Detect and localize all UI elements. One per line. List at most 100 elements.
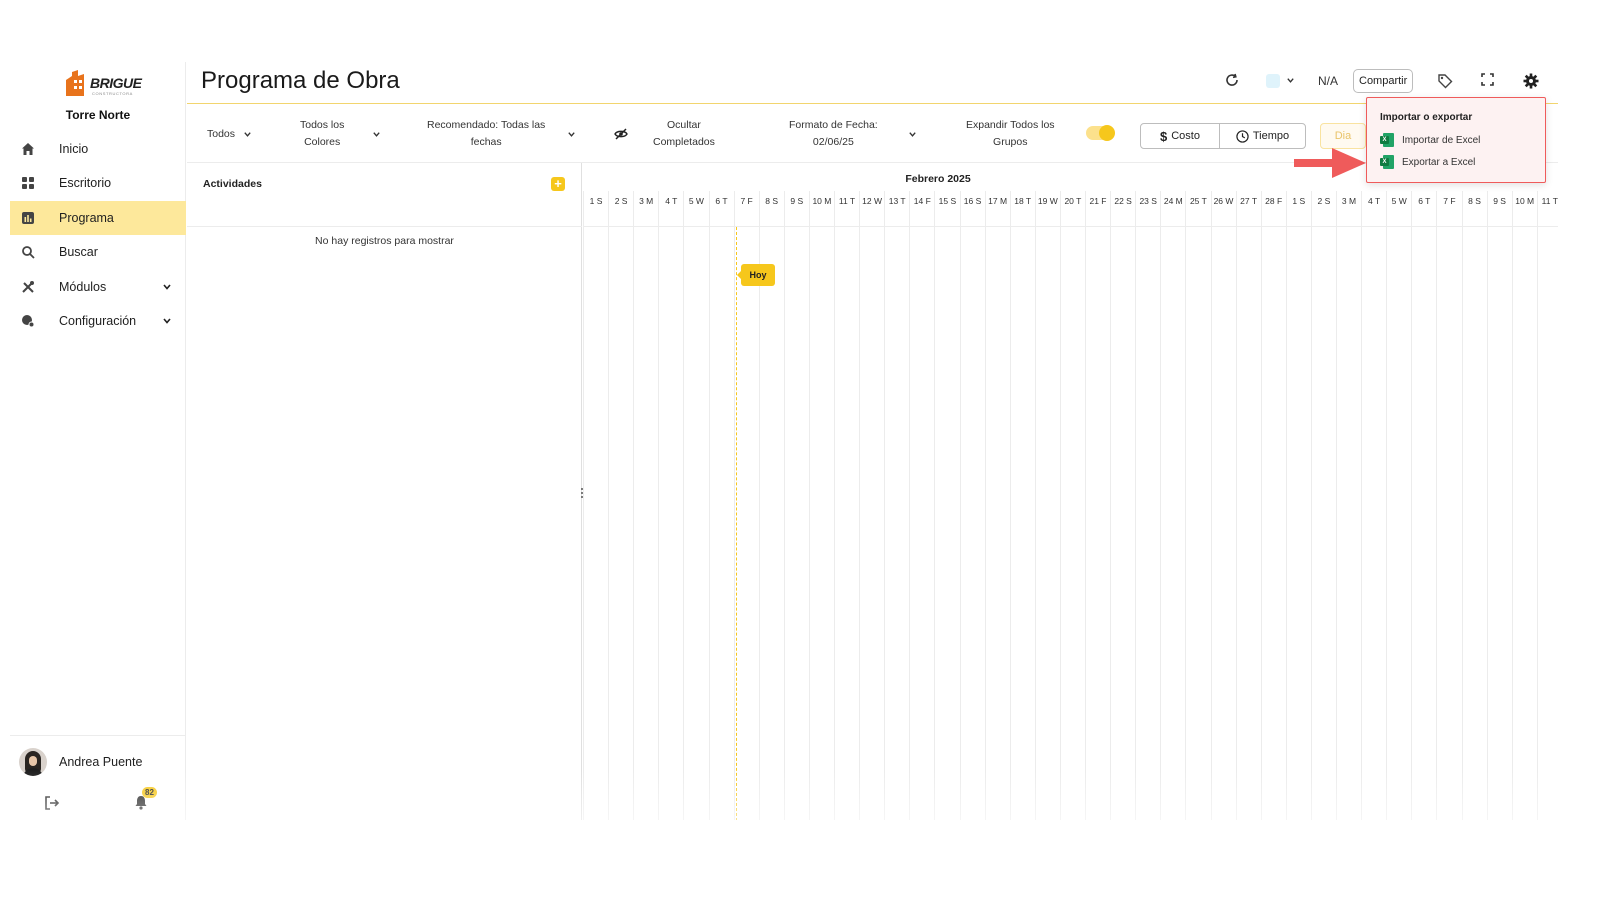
day-column: 27 T — [1235, 191, 1261, 820]
day-column: 14 F — [909, 191, 934, 820]
chart-icon — [21, 211, 35, 225]
brand-logo[interactable]: BRIGUE CONSTRUCTORA — [64, 70, 142, 96]
sidebar-item-buscar[interactable]: Buscar — [10, 235, 186, 269]
chevron-down-icon — [568, 131, 576, 137]
chevron-down-icon — [909, 131, 916, 137]
grid-icon — [21, 176, 35, 190]
chevron-down-icon[interactable] — [162, 282, 172, 292]
day-column: 6 T — [1411, 191, 1436, 820]
day-column: 3 M — [1336, 191, 1361, 820]
eye-off-icon — [614, 128, 628, 140]
activities-title: Actividades — [203, 178, 262, 190]
day-column: 2 S — [608, 191, 633, 820]
day-column: 16 S — [959, 191, 985, 820]
sidebar-item-label: Configuración — [59, 314, 137, 328]
day-column: 24 M — [1160, 191, 1185, 820]
home-icon — [21, 142, 35, 156]
day-column: 8 S — [1461, 191, 1487, 820]
sidebar: BRIGUE CONSTRUCTORA Torre Norte Inicio E… — [10, 62, 186, 820]
day-column: 23 S — [1135, 191, 1160, 820]
chevron-down-icon[interactable] — [162, 316, 172, 326]
day-column: 7 F — [1436, 191, 1461, 820]
day-column: 19 W — [1034, 191, 1060, 820]
hide-completed-label: Ocultar Completados — [653, 117, 715, 151]
add-activity-button[interactable]: + — [551, 177, 565, 191]
search-icon — [21, 245, 35, 259]
filter-all-dropdown[interactable]: Todos — [207, 105, 252, 163]
chevron-down-icon — [373, 131, 381, 137]
day-column: 15 S — [934, 191, 959, 820]
hide-completed-toggle[interactable]: Ocultar Completados — [614, 105, 715, 163]
chevron-down-icon[interactable] — [1286, 76, 1295, 85]
export-excel-label: Exportar a Excel — [1402, 156, 1476, 168]
day-column: 1 S — [1285, 191, 1311, 820]
notification-badge: 82 — [142, 787, 157, 798]
day-column: 25 T — [1185, 191, 1210, 820]
date-format-line2: 02/06/25 — [812, 136, 854, 148]
day-column: 18 T — [1009, 191, 1035, 820]
refresh-icon[interactable] — [1225, 73, 1239, 87]
view-mode-segmented: $ Costo Tiempo — [1140, 123, 1306, 149]
fullscreen-icon[interactable] — [1481, 73, 1494, 86]
time-label: Tiempo — [1252, 130, 1290, 142]
page-header: Programa de Obra N/A Compartir — [187, 62, 1558, 104]
colors-dropdown[interactable]: Todos los Colores — [300, 105, 381, 163]
sidebar-item-inicio[interactable]: Inicio — [10, 132, 186, 166]
settings-user-icon — [21, 314, 35, 328]
activities-header: Actividades + — [187, 163, 582, 227]
day-column: 9 S — [783, 191, 809, 820]
day-column: 28 F — [1260, 191, 1286, 820]
sidebar-item-label: Módulos — [59, 280, 107, 294]
day-column: 5 W — [1386, 191, 1411, 820]
switch-knob — [1099, 125, 1115, 141]
day-column: 3 M — [633, 191, 658, 820]
import-excel-item[interactable]: X Importar de Excel — [1380, 133, 1480, 147]
logo-text: BRIGUE — [90, 75, 142, 91]
sidebar-item-label: Programa — [59, 211, 114, 225]
day-column: 2 S — [1310, 191, 1336, 820]
day-column: 5 W — [683, 191, 708, 820]
day-column: 9 S — [1486, 191, 1512, 820]
color-picker-swatch[interactable] — [1266, 74, 1280, 88]
notifications-button[interactable]: 82 — [134, 787, 157, 815]
excel-icon: X — [1380, 155, 1394, 169]
sidebar-item-programa[interactable]: Programa — [10, 201, 186, 235]
day-column: 1 S — [583, 191, 608, 820]
recommended-label-line1: Recomendado: Todas las — [427, 119, 546, 131]
time-button[interactable]: Tiempo — [1219, 124, 1305, 148]
chevron-down-icon — [244, 131, 251, 137]
day-scale-button[interactable]: Dia — [1320, 123, 1366, 149]
day-column: 20 T — [1059, 191, 1085, 820]
sidebar-item-escritorio[interactable]: Escritorio — [10, 166, 186, 200]
export-excel-item[interactable]: X Exportar a Excel — [1380, 155, 1475, 169]
expand-groups-line1: Expandir Todos los — [966, 119, 1055, 131]
sidebar-item-modulos[interactable]: Módulos — [10, 270, 186, 304]
logo-subtext: CONSTRUCTORA — [92, 91, 133, 96]
date-format-dropdown[interactable]: Formato de Fecha: 02/06/25 — [789, 105, 917, 163]
hide-completed-line2: Completados — [653, 136, 715, 148]
expand-groups-switch[interactable] — [1086, 125, 1115, 141]
day-column: 4 T — [658, 191, 683, 820]
colors-label: Todos los Colores — [300, 117, 344, 151]
day-column: 26 W — [1210, 191, 1236, 820]
logout-icon[interactable] — [44, 795, 60, 816]
expand-groups-label: Expandir Todos los Grupos — [966, 105, 1055, 163]
day-column: 13 T — [884, 191, 909, 820]
page-title: Programa de Obra — [201, 67, 400, 94]
cost-button[interactable]: $ Costo — [1141, 124, 1219, 148]
sidebar-item-label: Inicio — [59, 142, 89, 156]
hide-completed-line1: Ocultar — [667, 119, 701, 131]
day-column: 11 T — [1536, 191, 1558, 820]
sidebar-item-configuracion[interactable]: Configuración — [10, 304, 186, 338]
excel-icon: X — [1380, 133, 1394, 147]
dollar-icon: $ — [1160, 128, 1168, 144]
share-button[interactable]: Compartir — [1353, 69, 1414, 93]
user-profile[interactable]: Andrea Puente — [19, 748, 142, 776]
import-excel-label: Importar de Excel — [1402, 134, 1481, 146]
gear-icon[interactable] — [1523, 73, 1539, 89]
sidebar-divider — [10, 735, 186, 736]
tag-icon[interactable] — [1437, 73, 1453, 89]
recommended-dates-dropdown[interactable]: Recomendado: Todas las fechas — [427, 105, 576, 163]
today-line — [736, 227, 737, 820]
popup-title: Importar o exportar — [1380, 112, 1473, 123]
